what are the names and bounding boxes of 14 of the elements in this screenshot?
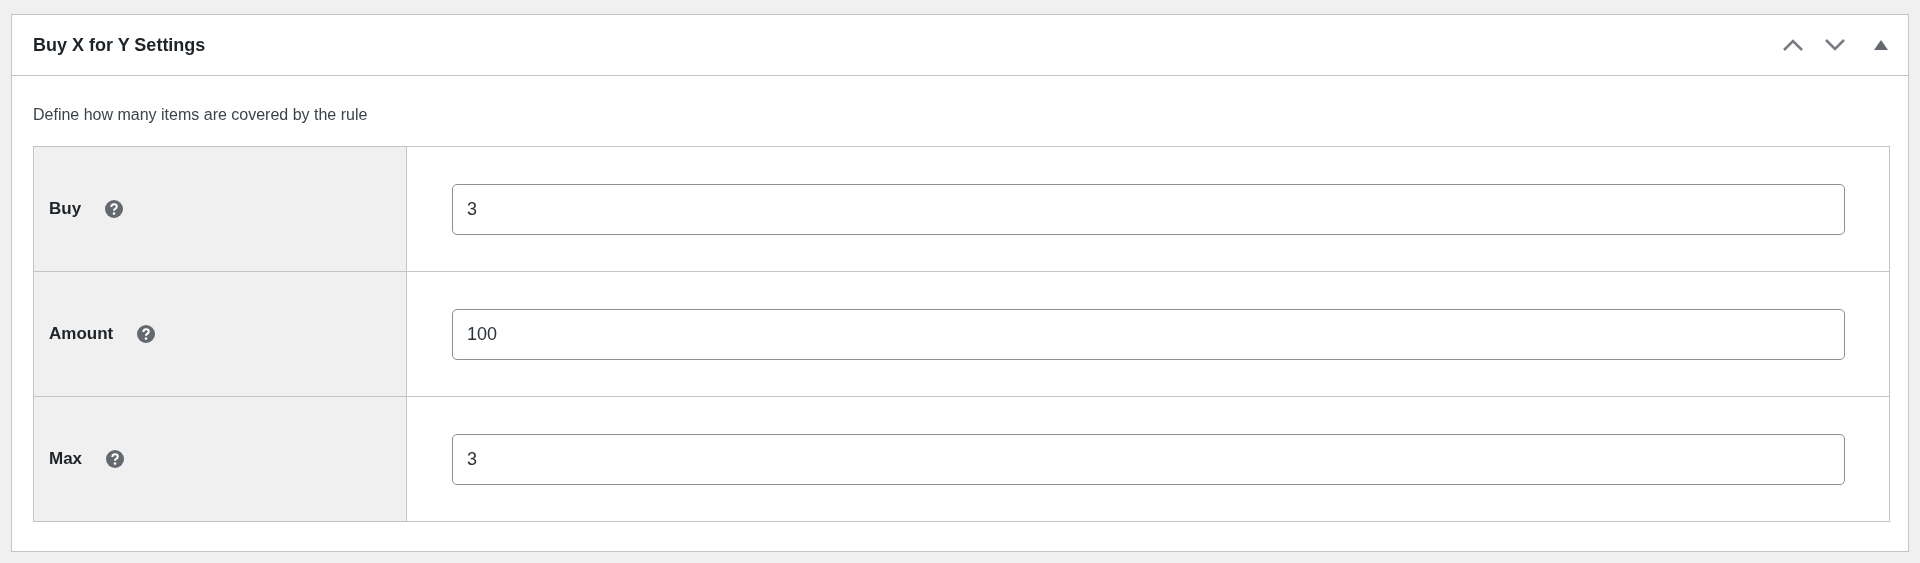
move-down-icon[interactable] [1824, 38, 1846, 52]
move-up-icon[interactable] [1782, 38, 1804, 52]
number-input[interactable]: 3 [452, 183, 1845, 235]
help-icon[interactable] [106, 450, 125, 468]
toggle-panel-icon[interactable] [1874, 40, 1888, 50]
number-input[interactable]: 3 [452, 433, 1845, 485]
number-input[interactable]: 100 [452, 308, 1845, 360]
field-label: Buy [49, 199, 82, 219]
field-label: Amount [49, 324, 114, 344]
field-label: Max [49, 449, 83, 469]
help-icon[interactable] [105, 200, 124, 218]
panel-description: Define how many items are covered by the rule [33, 105, 369, 125]
panel-title: Buy X for Y Settings [33, 34, 206, 56]
help-icon[interactable] [137, 325, 156, 343]
